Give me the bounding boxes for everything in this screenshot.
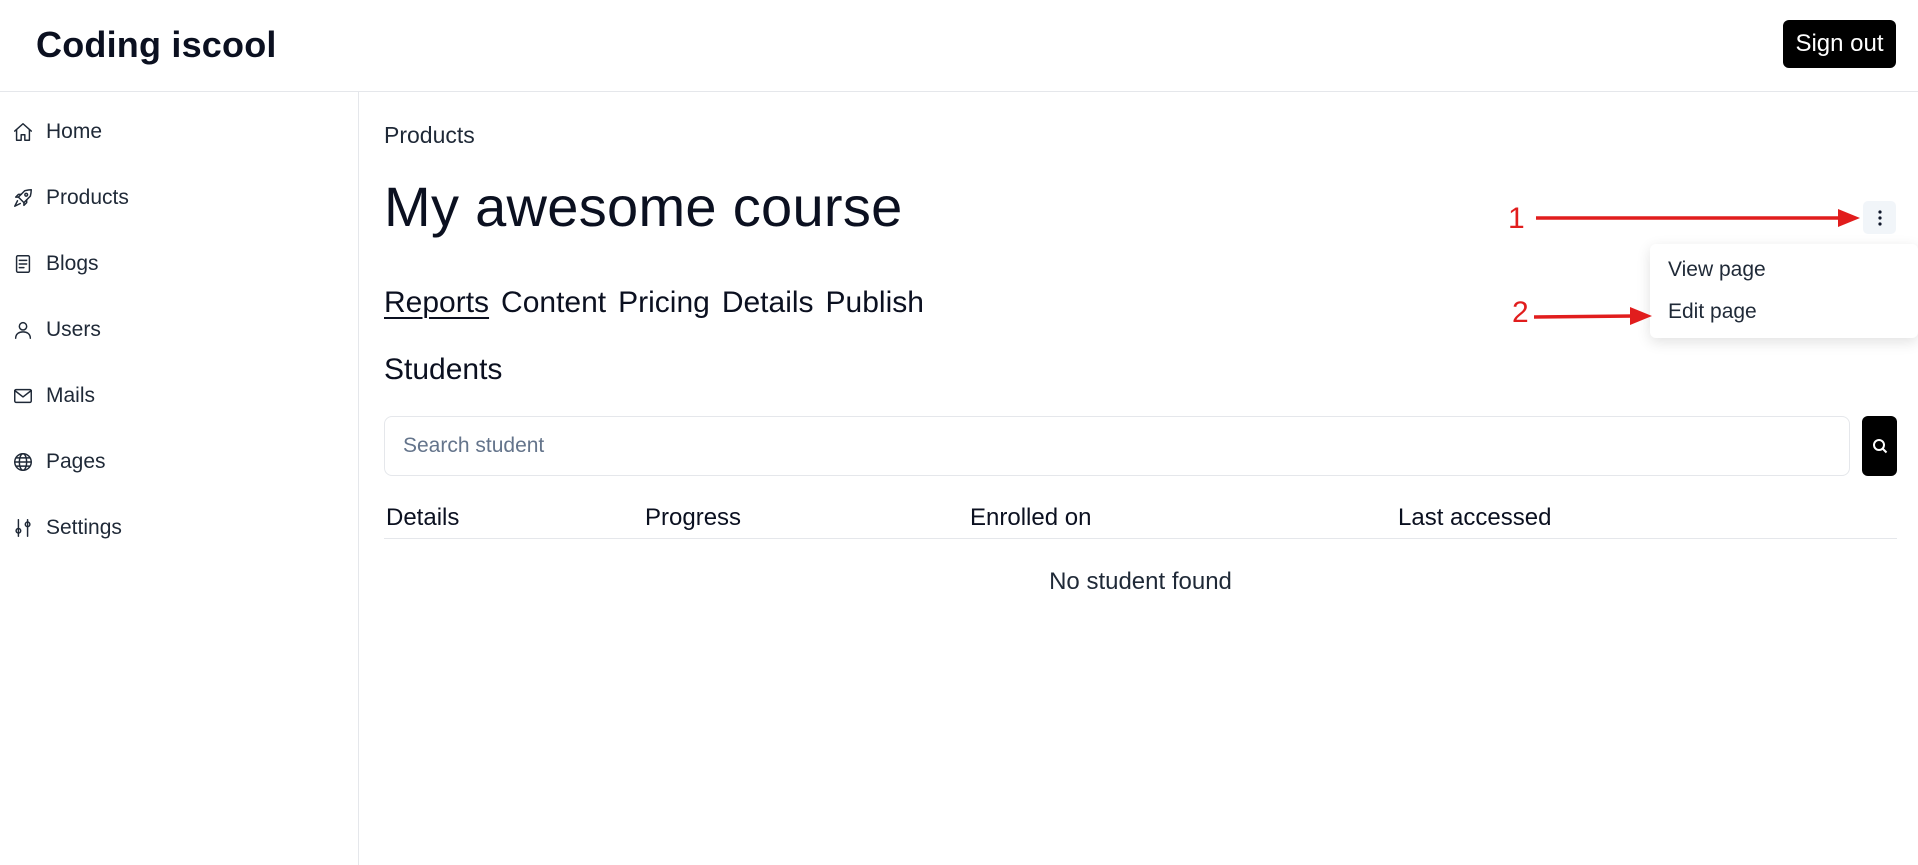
breadcrumb[interactable]: Products (384, 122, 475, 149)
sidebar-item-label: Blogs (46, 252, 99, 275)
sidebar-item-label: Home (46, 120, 103, 143)
sidebar: Home Products Blogs Users Mails Pages Se… (0, 92, 359, 865)
tab-content[interactable]: Content (501, 286, 606, 320)
sidebar-item-mails[interactable]: Mails (12, 378, 95, 414)
sidebar-item-home[interactable]: Home (12, 114, 102, 150)
sidebar-item-label: Mails (46, 384, 96, 407)
menu-item-view-page[interactable]: View page (1668, 258, 1766, 282)
user-icon (14, 321, 32, 339)
brand-logo[interactable]: Coding iscool (36, 24, 277, 66)
top-bar: Coding iscool Sign out (0, 0, 1918, 92)
empty-state-text: No student found (1049, 568, 1232, 595)
actions-dropdown-menu: View page Edit page (1650, 244, 1918, 338)
section-title: Students (384, 353, 503, 386)
tab-details[interactable]: Details (722, 286, 814, 320)
table-header: Details Progress Enrolled on Last access… (384, 504, 1897, 539)
sidebar-item-settings[interactable]: Settings (12, 510, 122, 546)
column-header-enrolled-on: Enrolled on (970, 504, 1092, 531)
annotation-label-2: 2 (1512, 296, 1529, 329)
sidebar-item-label: Users (46, 318, 101, 341)
sliders-icon (15, 519, 31, 537)
column-header-details: Details (386, 504, 460, 531)
tab-bar: Reports Content Pricing Details Publish (384, 286, 924, 320)
sidebar-item-blogs[interactable]: Blogs (12, 246, 99, 282)
tab-reports[interactable]: Reports (384, 286, 489, 320)
search-button[interactable] (1862, 416, 1897, 476)
home-icon (14, 123, 32, 141)
more-vertical-icon (1877, 209, 1882, 226)
sidebar-item-label: Pages (46, 450, 106, 473)
search-icon (1872, 439, 1887, 454)
sidebar-item-pages[interactable]: Pages (12, 444, 106, 480)
sidebar-item-label: Products (46, 186, 129, 209)
menu-item-edit-page[interactable]: Edit page (1668, 300, 1757, 324)
tab-publish[interactable]: Publish (826, 286, 924, 320)
search-input[interactable] (384, 416, 1850, 476)
sidebar-item-label: Settings (46, 516, 122, 539)
annotation-label-1: 1 (1508, 202, 1525, 235)
main-content: Products My awesome course Reports Conte… (360, 92, 1918, 865)
document-icon (15, 255, 31, 273)
column-header-progress: Progress (645, 504, 742, 531)
column-header-last-accessed: Last accessed (1398, 504, 1552, 531)
tab-pricing[interactable]: Pricing (618, 286, 710, 320)
rocket-icon (14, 189, 32, 207)
globe-icon (14, 453, 32, 471)
sign-out-button[interactable]: Sign out (1783, 20, 1896, 68)
page-title: My awesome course (384, 175, 903, 238)
mail-icon (14, 388, 32, 404)
more-actions-button[interactable] (1863, 201, 1896, 234)
sidebar-item-users[interactable]: Users (12, 312, 101, 348)
sidebar-item-products[interactable]: Products (12, 180, 129, 216)
